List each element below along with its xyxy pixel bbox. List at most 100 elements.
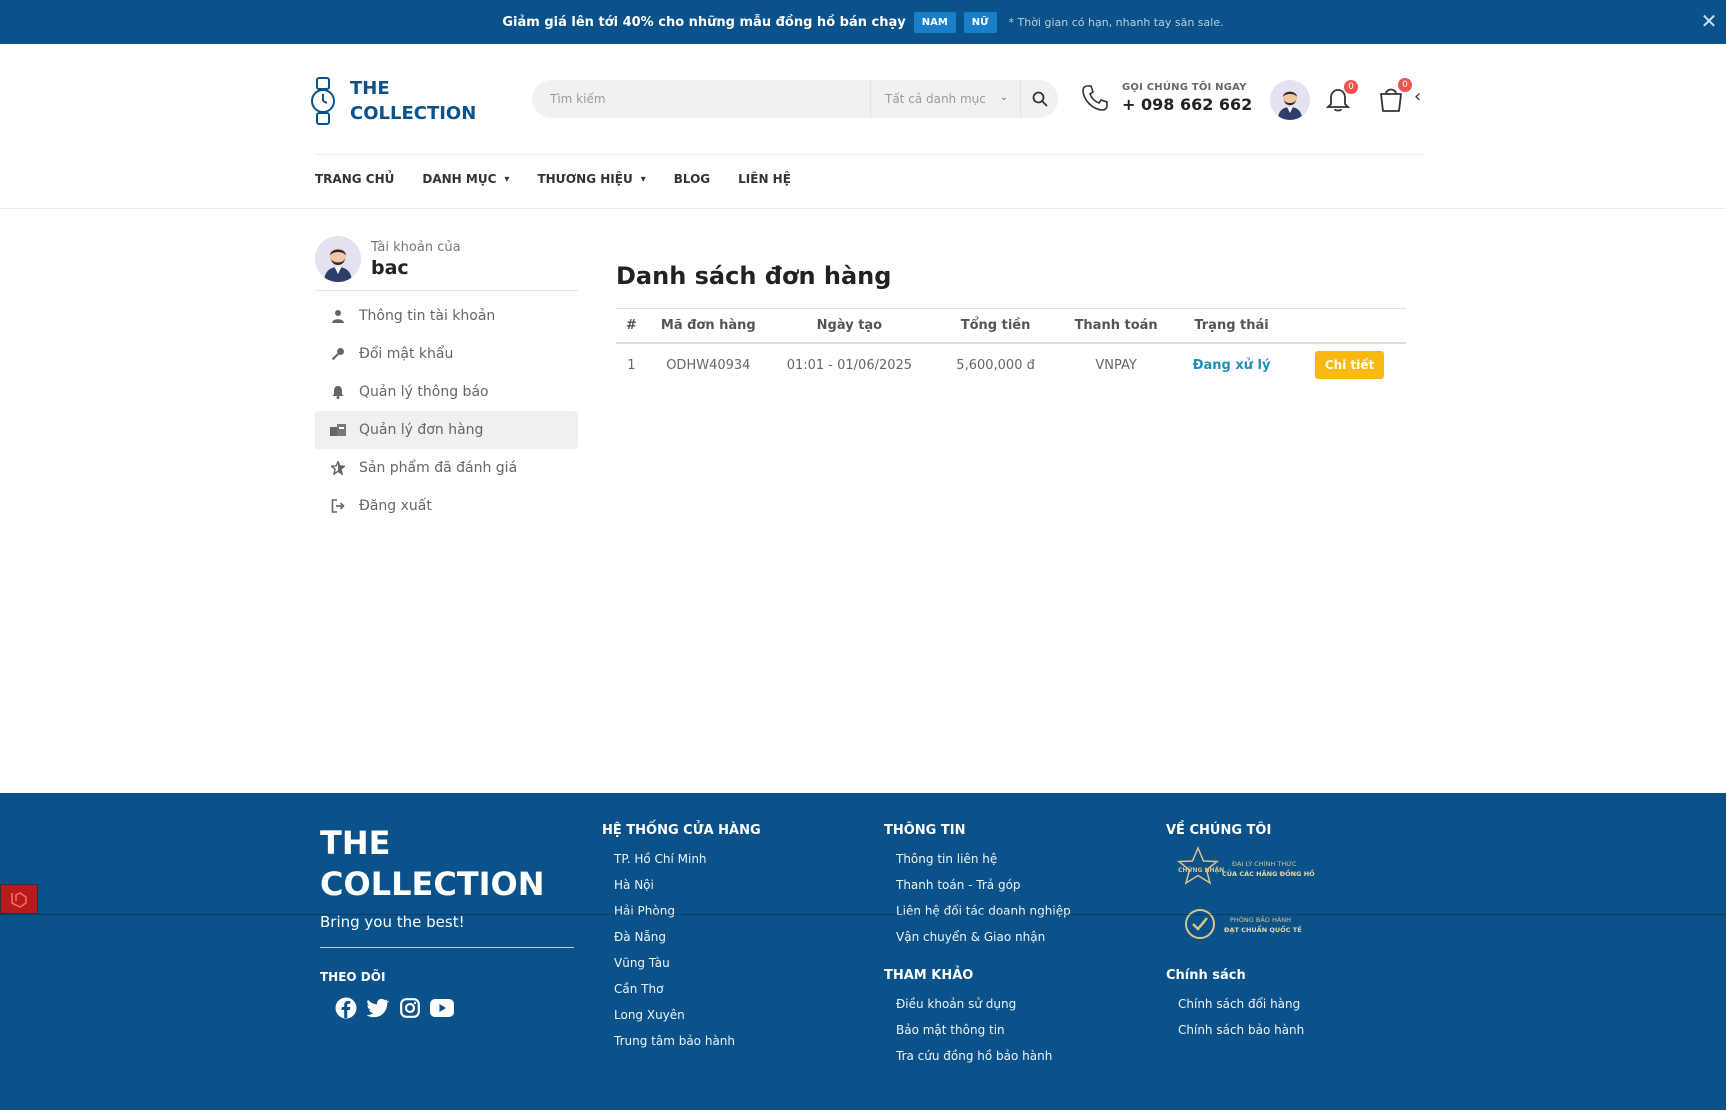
footer-link[interactable]: TP. Hồ Chí Minh <box>602 846 761 872</box>
footer-link[interactable]: Thông tin liên hệ <box>884 846 1071 872</box>
footer-info: THÔNG TIN Thông tin liên hệ Thanh toán -… <box>884 823 1071 1069</box>
search-button[interactable] <box>1020 80 1058 118</box>
order-total: 5,600,000 đ <box>956 357 1035 373</box>
nav-brands[interactable]: THƯƠNG HIỆU ▾ <box>537 172 645 186</box>
cart-button[interactable]: 0 <box>1376 78 1412 114</box>
footer-link[interactable]: Bảo mật thông tin <box>884 1017 1071 1043</box>
column-header: Ngày tạo <box>769 308 929 344</box>
order-index: 1 <box>627 357 636 373</box>
promo-note: * Thời gian có hạn, nhanh tay săn sale. <box>1008 15 1224 29</box>
footer-link[interactable]: Long Xuyên <box>602 1002 761 1028</box>
order-status: Đang xử lý <box>1192 357 1271 373</box>
footer-link[interactable]: Liên hệ đối tác doanh nghiệp <box>884 898 1071 924</box>
footer-link[interactable]: Chính sách bảo hành <box>1166 1017 1326 1043</box>
phone-icon <box>1082 85 1108 111</box>
order-payment: VNPAY <box>1095 357 1137 373</box>
hotline[interactable]: GỌI CHÚNG TÔI NGAY + 098 662 662 <box>1080 82 1252 114</box>
chevron-left-icon[interactable]: ‹ <box>1414 86 1421 107</box>
footer-link[interactable]: Tra cứu đồng hồ bảo hành <box>884 1043 1071 1069</box>
footer-link[interactable]: Hải Phòng <box>602 898 761 924</box>
menu-logout[interactable]: Đăng xuất <box>315 487 578 525</box>
notifications-button[interactable]: 0 <box>1324 80 1358 114</box>
watch-icon <box>311 77 335 125</box>
menu-label: Quản lý đơn hàng <box>359 422 484 438</box>
debug-toolbar-toggle[interactable] <box>0 884 38 914</box>
menu-change-password[interactable]: Đổi mật khẩu <box>315 335 578 373</box>
footer-link[interactable]: Đà Nẵng <box>602 924 761 950</box>
notifications-badge: 0 <box>1344 80 1358 94</box>
column-header: # <box>616 308 647 344</box>
site-logo[interactable]: THE COLLECTION <box>310 76 476 126</box>
order-date: 01:01 - 01/06/2025 <box>786 357 913 373</box>
account-username: bac <box>371 256 409 279</box>
column-header <box>1293 308 1406 344</box>
footer-link[interactable]: Thanh toán - Trả góp <box>884 872 1071 898</box>
order-detail-button[interactable]: Chi tiết <box>1314 351 1385 379</box>
nav-blog-label: BLOG <box>673 172 711 186</box>
close-icon[interactable]: ✕ <box>1698 10 1720 32</box>
nav-blog[interactable]: BLOG <box>674 172 710 186</box>
menu-notifications[interactable]: Quản lý thông báo <box>315 373 578 411</box>
footer-link[interactable]: Vũng Tàu <box>602 950 761 976</box>
nav-categories[interactable]: DANH MỤC ▾ <box>422 172 509 186</box>
instagram-icon[interactable] <box>398 996 422 1020</box>
footer-link[interactable]: Hà Nội <box>602 872 761 898</box>
page-title: Danh sách đơn hàng <box>616 262 892 290</box>
hotline-label: GỌI CHÚNG TÔI NGAY <box>1122 82 1247 93</box>
footer-info-title: THÔNG TIN <box>884 823 966 838</box>
promo-tag-men[interactable]: NAM <box>913 11 956 33</box>
divider <box>315 154 1425 155</box>
chevron-down-icon: ▾ <box>504 173 510 185</box>
hotline-number: + 098 662 662 <box>1122 95 1253 114</box>
footer-link[interactable]: Vận chuyển & Giao nhận <box>884 924 1071 950</box>
follow-heading: THEO DÕI <box>320 970 386 984</box>
footer-about-title: VỀ CHÚNG TÔI <box>1166 823 1272 838</box>
overlay-divider <box>0 914 1726 915</box>
orders-icon <box>329 421 347 439</box>
menu-label: Sản phẩm đã đánh giá <box>359 460 518 476</box>
menu-label: Đăng xuất <box>359 498 432 514</box>
category-select[interactable]: Tất cả danh mục ⌄ <box>870 80 1020 118</box>
logout-icon <box>329 497 347 515</box>
badge-line-1: ĐẠI LÝ CHÍNH THỨC <box>1232 859 1297 868</box>
logo-line-2: COLLECTION <box>350 103 477 124</box>
column-header: Trạng thái <box>1169 308 1294 344</box>
badge-line-1: PHÒNG BẢO HÀNH <box>1230 915 1291 924</box>
category-select-label: Tất cả danh mục <box>885 92 986 106</box>
footer-link[interactable]: Chính sách đổi hàng <box>1166 991 1326 1017</box>
footer-link[interactable]: Cần Thơ <box>602 976 761 1002</box>
badge-line-2: ĐẠT CHUẨN QUỐC TẾ <box>1224 924 1302 934</box>
footer-link[interactable]: Điều khoản sử dụng <box>884 991 1071 1017</box>
menu-label: Thông tin tài khoản <box>359 308 496 324</box>
nav-home[interactable]: TRANG CHỦ <box>315 172 394 186</box>
promo-text: Giảm giá lên tới 40% cho những mẫu đồng … <box>502 14 906 30</box>
twitter-icon[interactable] <box>366 996 390 1020</box>
search-input[interactable] <box>532 80 870 118</box>
main-nav: TRANG CHỦ DANH MỤC ▾ THƯƠNG HIỆU ▾ BLOG LI… <box>315 172 819 186</box>
official-dealer-badge: CHỨNG NHẬN ĐẠI LÝ CHÍNH THỨC CỦA CÁC HÃN… <box>1176 846 1326 896</box>
nav-contact[interactable]: LIÊN HỆ <box>738 172 791 186</box>
nav-contact-label: LIÊN HỆ <box>738 172 791 186</box>
menu-reviewed-products[interactable]: Sản phẩm đã đánh giá <box>315 449 578 487</box>
footer-logo-line-1: THE <box>320 824 391 862</box>
footer-policy-title: Chính sách <box>1166 968 1246 983</box>
user-avatar-button[interactable] <box>1270 80 1310 120</box>
search-bar: Tất cả danh mục ⌄ <box>532 80 1058 118</box>
menu-label: Quản lý thông báo <box>359 384 489 400</box>
table-header-row: # Mã đơn hàng Ngày tạo Tổng tiền Thanh t… <box>616 308 1406 344</box>
youtube-icon[interactable] <box>430 996 454 1020</box>
footer-logo-line-2: COLLECTION <box>320 865 545 903</box>
footer-link[interactable]: Trung tâm bảo hành <box>602 1028 761 1054</box>
avatar <box>1270 80 1310 120</box>
facebook-icon[interactable] <box>334 996 358 1020</box>
menu-account-info[interactable]: Thông tin tài khoản <box>315 297 578 335</box>
avatar-image <box>315 236 361 282</box>
laravel-icon <box>11 892 27 908</box>
footer-stores: HỆ THỐNG CỬA HÀNG TP. Hồ Chí Minh Hà Nội… <box>602 823 761 1054</box>
promo-tag-women[interactable]: NỮ <box>963 11 997 33</box>
menu-orders[interactable]: Quản lý đơn hàng <box>315 411 578 449</box>
avatar <box>315 236 361 282</box>
warranty-badge: PHÒNG BẢO HÀNH ĐẠT CHUẨN QUỐC TẾ <box>1176 902 1326 950</box>
footer-tagline: Bring you the best! <box>320 913 465 931</box>
account-of-label: Tài khoản của <box>371 239 461 255</box>
